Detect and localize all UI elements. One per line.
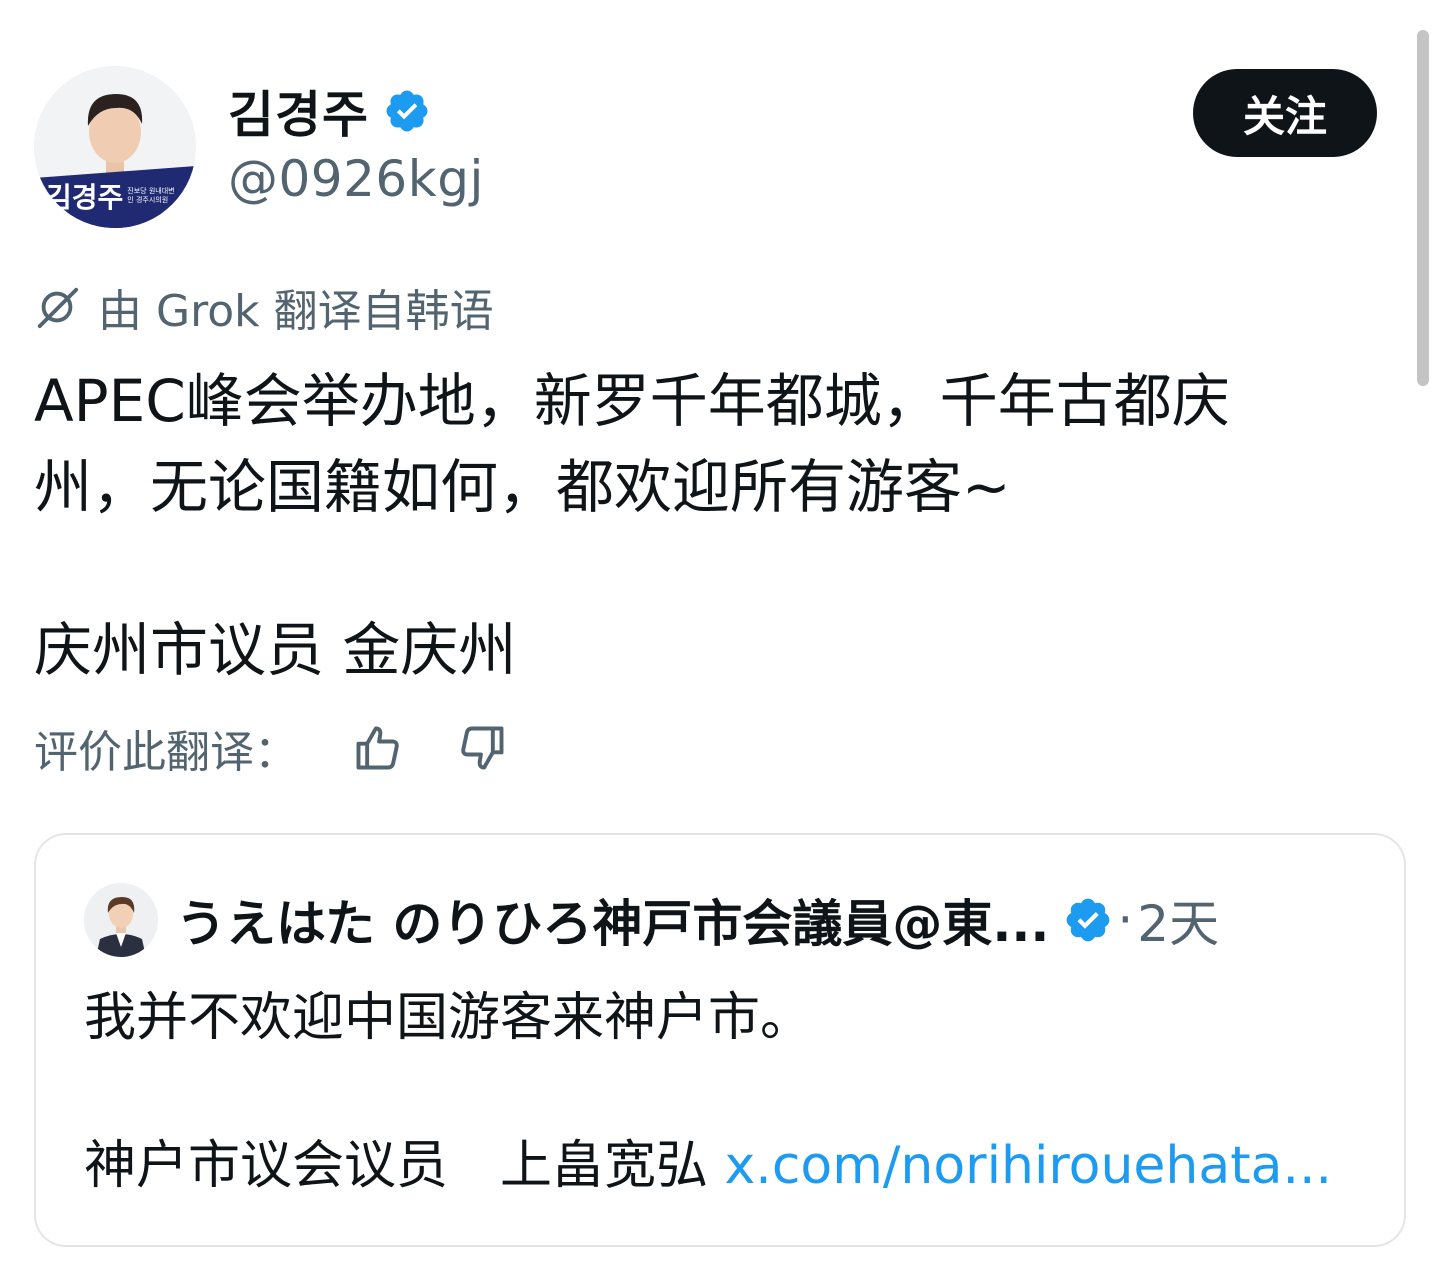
- quoted-timestamp[interactable]: 2天: [1137, 884, 1219, 956]
- scrollbar[interactable]: [1417, 30, 1429, 386]
- author-name[interactable]: 김경주: [228, 75, 369, 147]
- tweet-page: 김경주 진보당 원내대변인 경주시의원 김경주 @0926kgj 关注 由 Gr…: [0, 0, 1440, 1282]
- quoted-link[interactable]: x.com/norihirouehata...: [725, 1136, 1333, 1196]
- follow-button[interactable]: 关注: [1193, 69, 1377, 157]
- quoted-signature: 神户市议会议员 上畠宽弘: [84, 1136, 725, 1196]
- author-name-row: 김경주: [228, 78, 431, 144]
- avatar-banner-small-text: 진보당 원내대변인 경주시의원: [127, 187, 175, 204]
- tweet-text: APEC峰会举办地，新罗千年都城，千年古都庆 州，无论国籍如何，都欢迎所有游客~: [34, 358, 1354, 530]
- thumbs-up-button[interactable]: [350, 720, 406, 776]
- verified-icon: [1067, 898, 1110, 942]
- quoted-tweet-card[interactable]: うえはた のりひろ神戸市会議員@東... · 2天 我并不欢迎中国游客来神户市。…: [34, 833, 1406, 1247]
- tweet-text-line: APEC峰会举办地，新罗千年都城，千年古都庆: [34, 367, 1230, 435]
- quoted-author-name[interactable]: うえはた のりひろ神戸市会議員@東...: [176, 884, 1049, 956]
- avatar-banner-text: 김경주: [46, 181, 124, 214]
- avatar-banner: 김경주 진보당 원내대변인 경주시의원: [40, 176, 190, 216]
- thumbs-down-icon: [461, 726, 504, 770]
- verified-icon: [386, 90, 428, 132]
- grok-icon: [37, 287, 79, 329]
- tweet-text-line: 州，无论国籍如何，都欢迎所有游客~: [34, 453, 1011, 521]
- grok-translation-row: 由 Grok 翻译自韩语: [34, 278, 494, 337]
- quoted-author-avatar[interactable]: [84, 883, 158, 957]
- quoted-avatar-portrait: [84, 883, 158, 957]
- author-handle[interactable]: @0926kgj: [228, 150, 484, 208]
- rate-translation-label: 评价此翻译：: [34, 727, 298, 778]
- tweet-signature: 庆州市议员 金庆州: [34, 616, 517, 684]
- rate-translation-row: 评价此翻译：: [34, 716, 510, 780]
- thumbs-up-icon: [356, 726, 399, 770]
- quoted-header: うえはた のりひろ神戸市会議員@東... · 2天: [176, 887, 1219, 953]
- quoted-signature-row: 神户市议会议员 上畠宽弘 x.com/norihirouehata...: [84, 1131, 1332, 1201]
- quoted-separator: ·: [1117, 891, 1134, 949]
- grok-translation-label: 由 Grok 翻译自韩语: [98, 286, 494, 337]
- thumbs-down-button[interactable]: [454, 720, 510, 776]
- quoted-tweet-text: 我并不欢迎中国游客来神户市。: [84, 988, 813, 1048]
